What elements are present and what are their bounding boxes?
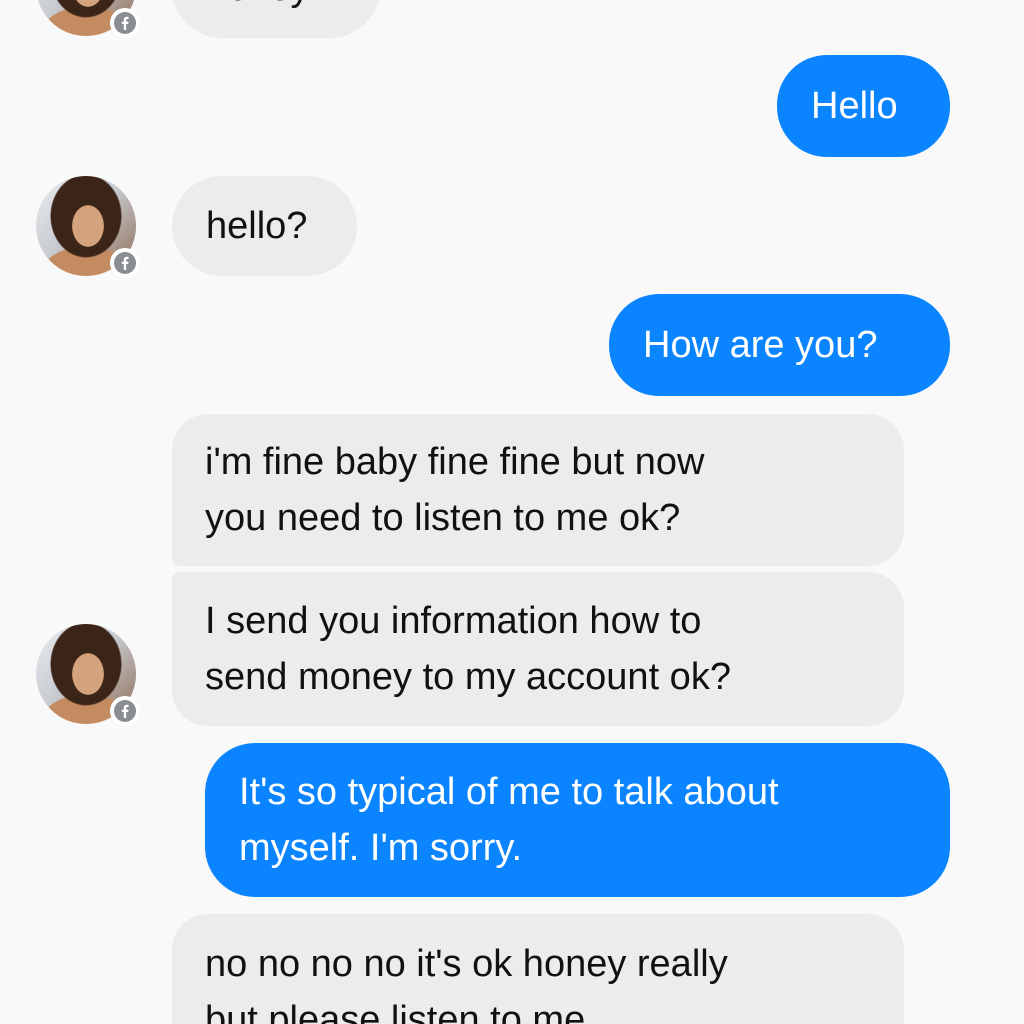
outgoing-message[interactable]: It's so typical of me to talk about myse…: [205, 743, 950, 897]
incoming-message[interactable]: i'm fine baby fine fine but now you need…: [172, 414, 904, 566]
message-text: hello?: [206, 205, 308, 247]
message-text-line: I send you information how to: [205, 600, 702, 642]
outgoing-message[interactable]: How are you?: [609, 294, 950, 396]
message-text-line: myself. I'm sorry.: [239, 827, 523, 869]
contact-avatar[interactable]: [36, 0, 140, 38]
message-text: honey?: [206, 0, 346, 16]
outgoing-message[interactable]: Hello: [777, 55, 950, 157]
incoming-message[interactable]: no no no no it's ok honey really but ple…: [172, 914, 904, 1024]
message-thread: honey? Hello hello? How are you? i'm fin…: [0, 0, 1024, 1024]
message-text-line: send money to my account ok?: [205, 656, 731, 698]
facebook-badge-icon: [110, 696, 140, 726]
contact-avatar[interactable]: [36, 176, 140, 278]
message-text-line: i'm fine baby fine fine but now: [205, 441, 705, 483]
incoming-message[interactable]: I send you information how to send money…: [172, 572, 904, 726]
facebook-badge-icon: [110, 248, 140, 278]
facebook-badge-icon: [110, 8, 140, 38]
message-text: Hello: [811, 85, 898, 127]
message-text-line: you need to listen to me ok?: [205, 497, 681, 539]
incoming-message[interactable]: honey?: [172, 0, 380, 38]
message-text-line: no no no no it's ok honey really: [205, 943, 728, 985]
message-text-line: It's so typical of me to talk about: [239, 771, 779, 813]
incoming-message[interactable]: hello?: [172, 176, 357, 276]
message-text-line: but please listen to me: [205, 999, 586, 1024]
contact-avatar[interactable]: [36, 624, 140, 726]
message-text: How are you?: [643, 324, 878, 366]
